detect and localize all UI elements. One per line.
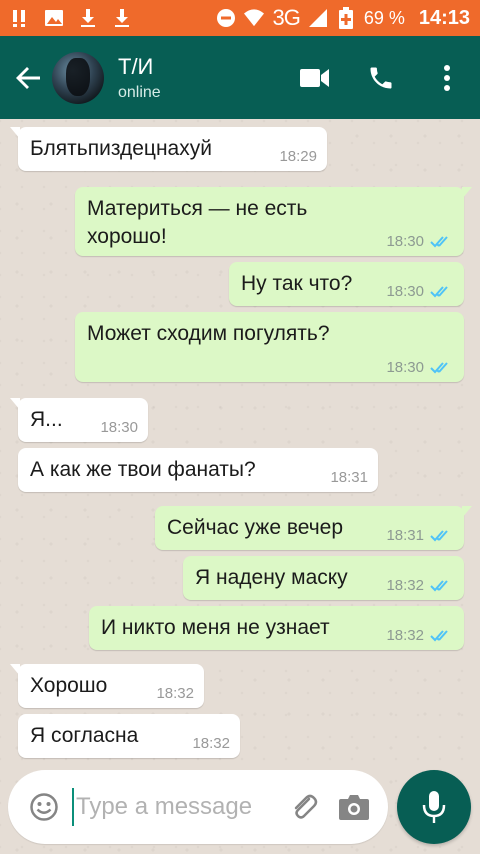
message-time: 18:32 (386, 627, 424, 644)
message-text: Я надену маску (195, 566, 348, 589)
double-check-icon (430, 236, 448, 248)
message-text: Сейчас уже вечер (167, 516, 344, 539)
video-call-button[interactable] (282, 48, 348, 108)
message-input[interactable] (76, 793, 276, 821)
voice-message-button[interactable] (397, 770, 471, 844)
notification-alert-icon (10, 8, 30, 28)
more-options-button[interactable] (414, 48, 480, 108)
message-time: 18:30 (386, 233, 424, 250)
message-bubble[interactable]: Может сходим погулять? 18:30 (75, 312, 464, 382)
phone-icon (370, 67, 392, 88)
double-check-icon (430, 286, 448, 298)
contact-info[interactable]: Т/И online (118, 54, 161, 102)
video-camera-icon (300, 68, 329, 87)
message-time: 18:32 (156, 685, 194, 702)
message-text: Ну так что? (241, 272, 353, 295)
clock: 14:13 (418, 6, 470, 29)
message-text: Материться — не есть хорошо! (87, 197, 308, 248)
message-bubble[interactable]: Блятьпиздецнахуй 18:29 (10, 127, 327, 171)
paperclip-icon (294, 794, 318, 819)
message-bubble[interactable]: Материться — не есть хорошо! 18:30 (75, 187, 472, 256)
do-not-disturb-icon (216, 8, 236, 28)
signal-icon (308, 8, 328, 28)
bubble-tail (462, 187, 472, 199)
message-text: А как же твои фанаты? (30, 458, 256, 481)
bubble-tail (10, 664, 20, 676)
microphone-icon (422, 791, 446, 823)
network-type: 3G (272, 5, 300, 30)
message-text: Я... (30, 408, 63, 431)
emoji-button[interactable] (26, 789, 62, 825)
message-text: Может сходим погулять? (87, 322, 330, 345)
download-icon-2 (112, 8, 132, 28)
message-time: 18:29 (279, 148, 317, 165)
gallery-icon (44, 8, 64, 28)
contact-status: online (118, 83, 161, 101)
voice-call-button[interactable] (348, 48, 414, 108)
bubble-tail (462, 506, 472, 518)
message-text: Хорошо (30, 674, 108, 697)
message-text: И никто меня не узнает (101, 616, 330, 639)
chat-area[interactable]: Блятьпиздецнахуй 18:29 Материться — не е… (0, 119, 480, 854)
battery-icon (336, 7, 356, 29)
message-bubble[interactable]: Я надену маску 18:32 (183, 556, 464, 600)
arrow-left-icon (16, 66, 40, 89)
back-button[interactable] (8, 48, 48, 108)
more-vertical-icon (444, 64, 450, 91)
double-check-icon (430, 580, 448, 592)
message-time: 18:31 (330, 469, 368, 486)
status-bar: 3G 69 % 14:13 (0, 0, 480, 36)
bubble-tail (10, 398, 20, 410)
chat-header: Т/И online (0, 36, 480, 119)
attach-button[interactable] (284, 787, 324, 827)
text-cursor (72, 788, 74, 826)
message-bubble[interactable]: Хорошо 18:32 (10, 664, 204, 708)
camera-button[interactable] (334, 787, 374, 827)
message-text: Я согласна (30, 724, 139, 747)
message-bubble[interactable]: А как же твои фанаты? 18:31 (18, 448, 378, 492)
message-time: 18:32 (386, 577, 424, 594)
message-bubble[interactable]: Сейчас уже вечер 18:31 (155, 506, 472, 550)
smiley-icon (30, 793, 58, 821)
contact-name: Т/И (118, 53, 154, 79)
message-time: 18:31 (386, 527, 424, 544)
message-bubble[interactable]: И никто меня не узнает 18:32 (89, 606, 464, 650)
double-check-icon (430, 630, 448, 642)
message-time: 18:30 (100, 419, 138, 436)
avatar[interactable] (52, 51, 104, 104)
message-composer (8, 770, 388, 844)
message-time: 18:30 (386, 283, 424, 300)
wifi-icon (244, 8, 265, 28)
camera-icon (339, 795, 369, 820)
message-bubble[interactable]: Я согласна 18:32 (18, 714, 240, 758)
message-time: 18:32 (192, 735, 230, 752)
battery-percent: 69 % (363, 7, 405, 28)
double-check-icon (430, 362, 448, 374)
double-check-icon (430, 530, 448, 542)
download-icon (78, 8, 98, 28)
message-bubble[interactable]: Ну так что? 18:30 (229, 262, 464, 306)
message-time: 18:30 (386, 359, 424, 376)
bubble-tail (10, 127, 20, 139)
message-text: Блятьпиздецнахуй (30, 137, 212, 160)
message-bubble[interactable]: Я... 18:30 (10, 398, 148, 442)
